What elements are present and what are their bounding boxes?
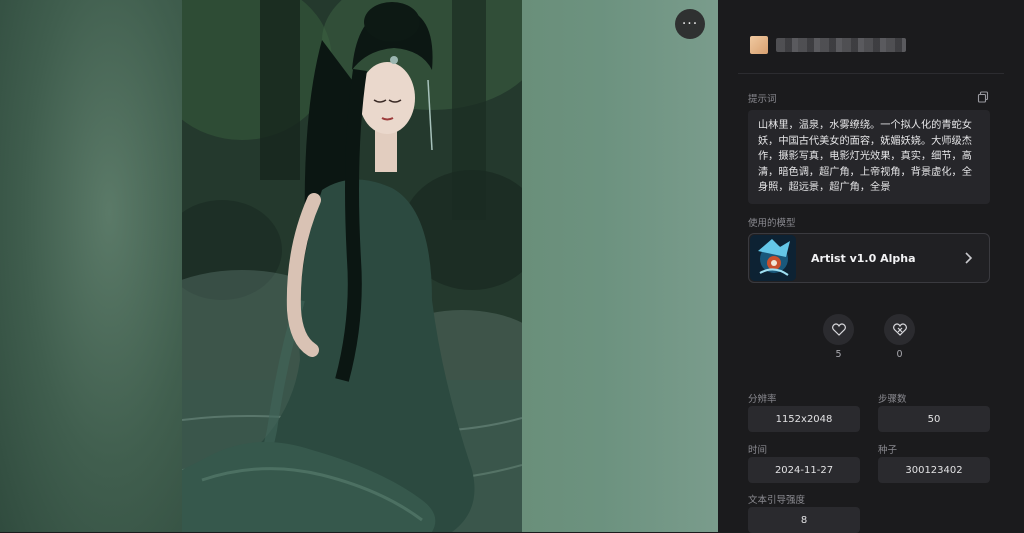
dislike-count: 0 — [896, 349, 903, 360]
model-section-label: 使用的模型 — [748, 218, 796, 229]
generated-image[interactable] — [182, 0, 522, 532]
blurred-background-right — [522, 0, 718, 532]
prompt-text: 山林里，温泉，水雾缭绕。一个拟人化的青蛇女妖，中国古代美女的面容，妩媚妖娆。大师… — [748, 110, 990, 204]
seed-value: 300123402 — [878, 457, 990, 483]
resolution-label: 分辨率 — [748, 394, 777, 405]
divider — [738, 73, 1004, 74]
like-count: 5 — [835, 349, 842, 360]
copy-icon[interactable] — [977, 91, 989, 103]
time-value: 2024-11-27 — [748, 457, 860, 483]
model-card[interactable]: Artist v1.0 Alpha — [748, 233, 990, 283]
guidance-label: 文本引导强度 — [748, 495, 806, 506]
resolution-value: 1152x2048 — [748, 406, 860, 432]
blurred-background-left — [0, 0, 182, 532]
prompt-section-label: 提示词 — [748, 94, 777, 105]
guidance-value: 8 — [748, 507, 860, 533]
time-label: 时间 — [748, 445, 768, 456]
model-thumbnail-art — [750, 235, 796, 281]
broken-heart-icon — [892, 323, 907, 336]
like-button[interactable] — [823, 314, 854, 345]
seed-label: 种子 — [878, 445, 898, 456]
details-panel: 提示词 山林里，温泉，水雾缭绕。一个拟人化的青蛇女妖，中国古代美女的面容，妩媚妖… — [718, 0, 1024, 533]
model-name: Artist v1.0 Alpha — [811, 251, 916, 265]
steps-value: 50 — [878, 406, 990, 432]
dislike-button[interactable] — [884, 314, 915, 345]
author-name-blurred[interactable] — [776, 38, 906, 52]
chevron-right-icon — [965, 252, 973, 264]
image-viewer: ··· — [0, 0, 718, 532]
steps-label: 步骤数 — [878, 394, 907, 405]
more-options-button[interactable]: ··· — [675, 9, 705, 39]
author-avatar[interactable] — [750, 36, 768, 54]
author-info[interactable] — [750, 36, 906, 54]
heart-icon — [831, 323, 846, 336]
model-thumbnail — [750, 235, 796, 281]
artwork-illustration — [182, 0, 522, 532]
